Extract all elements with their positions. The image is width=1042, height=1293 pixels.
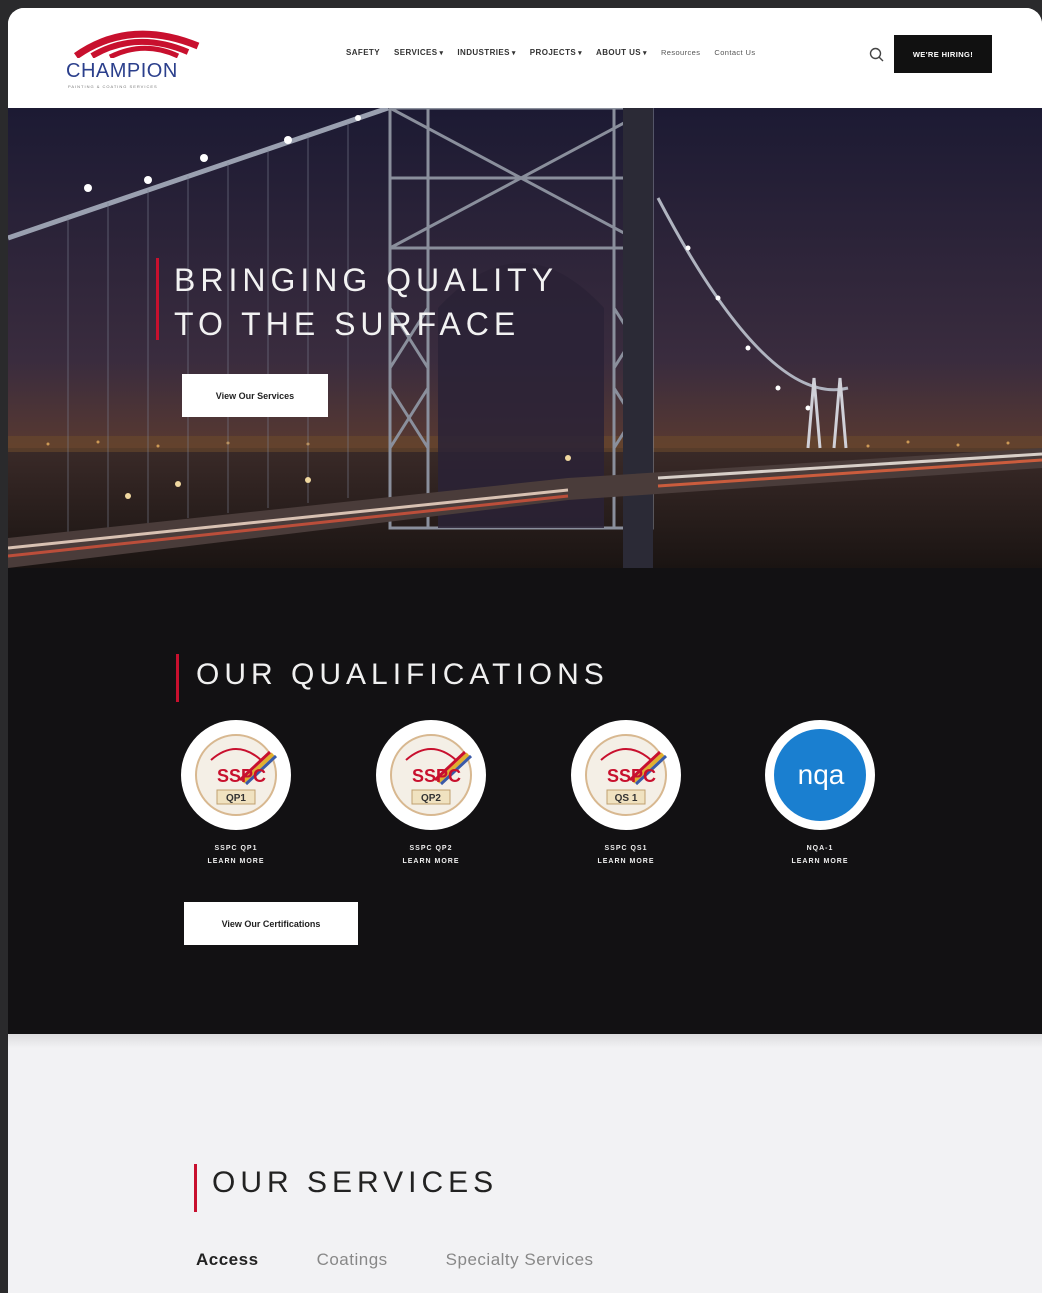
sspc-qs1-icon[interactable]: SSPC QS 1 (571, 720, 681, 830)
nav-resources[interactable]: Resources (661, 48, 700, 57)
badge-caption[interactable]: SSPC QS1 LEARN MORE (546, 842, 706, 868)
badge-caption[interactable]: NQA-1 LEARN MORE (740, 842, 900, 868)
nav-projects[interactable]: Projects ▾ (530, 48, 582, 57)
qualifications-title: OUR QUALIFICATIONS (196, 658, 609, 691)
qualifications-section: OUR QUALIFICATIONS SSPC QP1 SSPC QP1 LEA… (8, 568, 1042, 1034)
badge-sspc-qs1: SSPC QS 1 SSPC QS1 LEARN MORE (546, 720, 706, 868)
section-divider (8, 1034, 1042, 1048)
svg-text:SSPC: SSPC (217, 766, 266, 786)
logo-tagline: PAINTING & COATING SERVICES (68, 84, 158, 89)
hero-title: BRINGING QUALITY TO THE SURFACE (174, 262, 559, 342)
qualifications-accent-bar (176, 654, 179, 702)
nqa-icon[interactable]: nqa (765, 720, 875, 830)
hero-banner: BRINGING QUALITY TO THE SURFACE View Our… (8, 108, 1042, 568)
tab-coatings[interactable]: Coatings (317, 1250, 388, 1270)
tab-specialty-services[interactable]: Specialty Services (446, 1250, 594, 1270)
svg-text:nqa: nqa (798, 759, 845, 790)
svg-text:SSPC: SSPC (412, 766, 461, 786)
services-section: OUR SERVICES Access Coatings Specialty S… (8, 1034, 1042, 1293)
chevron-down-icon: ▾ (643, 50, 647, 57)
champion-logo[interactable]: CHAMPION PAINTING & COATING SERVICES (66, 24, 206, 89)
badge-caption[interactable]: SSPC QP2 LEARN MORE (351, 842, 511, 868)
badge-nqa-1: nqa NQA-1 LEARN MORE (740, 720, 900, 868)
page-frame: CHAMPION PAINTING & COATING SERVICES Saf… (8, 8, 1042, 1293)
badge-caption[interactable]: SSPC QP1 LEARN MORE (156, 842, 316, 868)
view-services-button[interactable]: View Our Services (182, 374, 328, 417)
site-header: CHAMPION PAINTING & COATING SERVICES Saf… (8, 8, 1042, 108)
logo-arcs-icon (73, 30, 200, 58)
badge-sspc-qp2: SSPC QP2 SSPC QP2 LEARN MORE (351, 720, 511, 868)
chevron-down-icon: ▾ (439, 50, 444, 57)
hero-accent-bar (156, 258, 159, 340)
search-icon[interactable] (868, 46, 886, 64)
nav-about-us[interactable]: About Us ▾ (596, 48, 647, 57)
logo-wordmark: CHAMPION (66, 60, 178, 82)
nav-safety[interactable]: Safety (346, 48, 380, 57)
svg-text:QP1: QP1 (226, 793, 246, 804)
nav-services[interactable]: Services ▾ (394, 48, 443, 57)
nav-industries[interactable]: Industries ▾ (457, 48, 515, 57)
badge-sspc-qp1: SSPC QP1 SSPC QP1 LEARN MORE (156, 720, 316, 868)
services-title: OUR SERVICES (212, 1166, 499, 1199)
svg-text:QS 1: QS 1 (615, 793, 638, 804)
svg-text:SSPC: SSPC (607, 766, 656, 786)
nav-contact-us[interactable]: Contact Us (714, 48, 755, 57)
services-tabs: Access Coatings Specialty Services (196, 1250, 594, 1270)
chevron-down-icon: ▾ (578, 50, 583, 57)
view-certifications-button[interactable]: View Our Certifications (184, 902, 358, 945)
hiring-button[interactable]: WE'RE HIRING! (894, 35, 992, 73)
tab-access[interactable]: Access (196, 1250, 259, 1270)
chevron-down-icon: ▾ (511, 50, 516, 57)
services-accent-bar (194, 1164, 197, 1212)
sspc-qp2-icon[interactable]: SSPC QP2 (376, 720, 486, 830)
svg-text:QP2: QP2 (421, 793, 441, 804)
main-nav: Safety Services ▾ Industries ▾ Projects ▾ A… (346, 48, 756, 57)
sspc-qp1-icon[interactable]: SSPC QP1 (181, 720, 291, 830)
